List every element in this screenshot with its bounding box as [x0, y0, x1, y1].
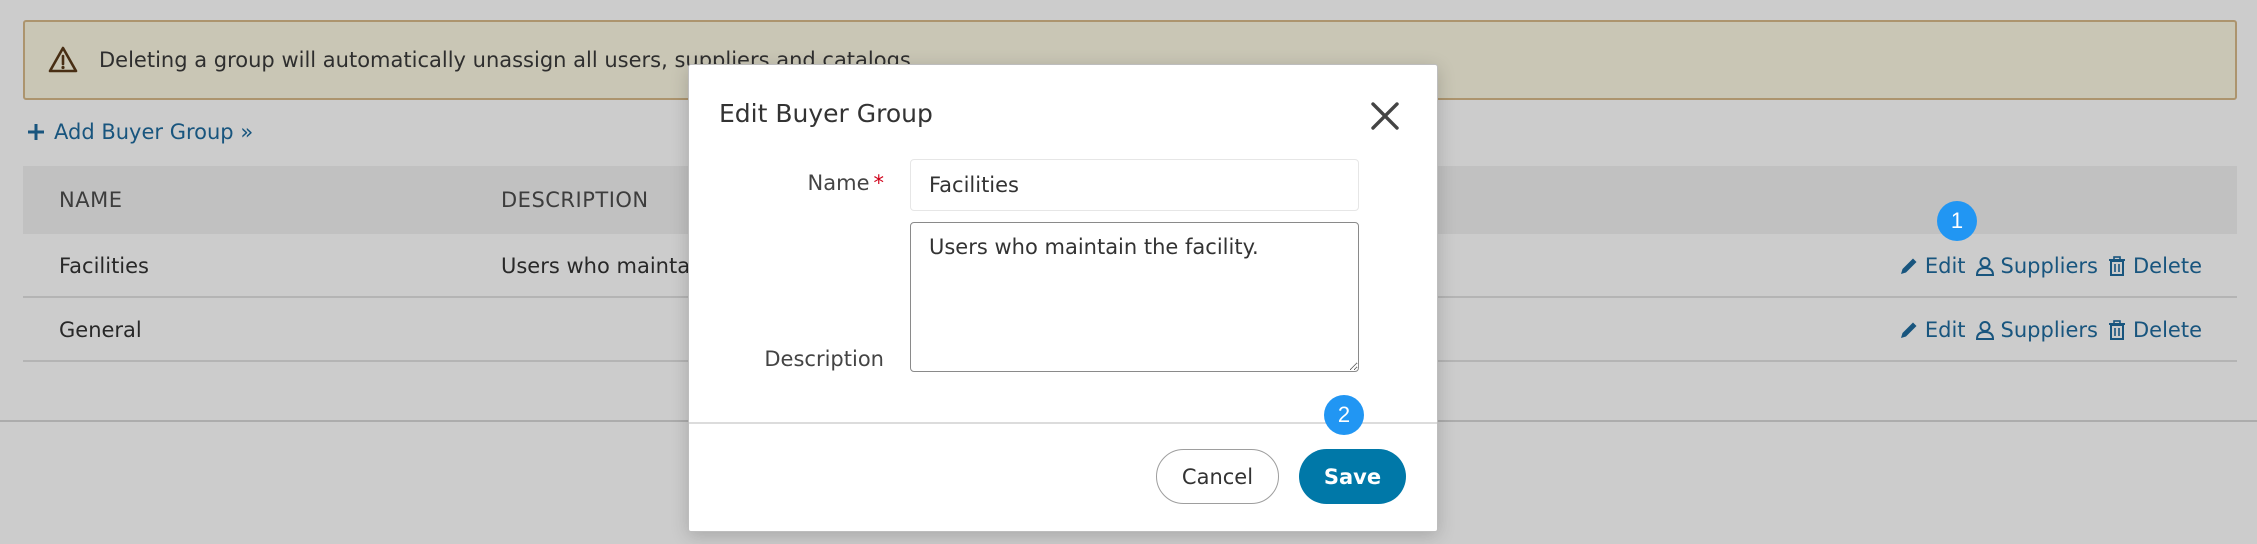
step-badge-1: 1	[1937, 201, 1977, 241]
cancel-button[interactable]: Cancel	[1156, 449, 1279, 504]
close-icon	[1371, 102, 1399, 130]
dialog-title: Edit Buyer Group	[719, 99, 933, 128]
save-button[interactable]: Save	[1299, 449, 1406, 504]
description-textarea[interactable]: Users who maintain the facility.	[910, 222, 1359, 372]
description-field-label: Description	[764, 347, 884, 371]
name-label-text: Name	[807, 171, 870, 195]
close-button[interactable]	[1367, 98, 1403, 134]
edit-buyer-group-dialog: Edit Buyer Group Name* Description Users…	[688, 64, 1438, 532]
required-indicator: *	[873, 171, 885, 195]
name-field-label: Name *	[689, 171, 884, 195]
step-badge-2: 2	[1324, 395, 1364, 435]
name-input[interactable]	[910, 159, 1359, 211]
